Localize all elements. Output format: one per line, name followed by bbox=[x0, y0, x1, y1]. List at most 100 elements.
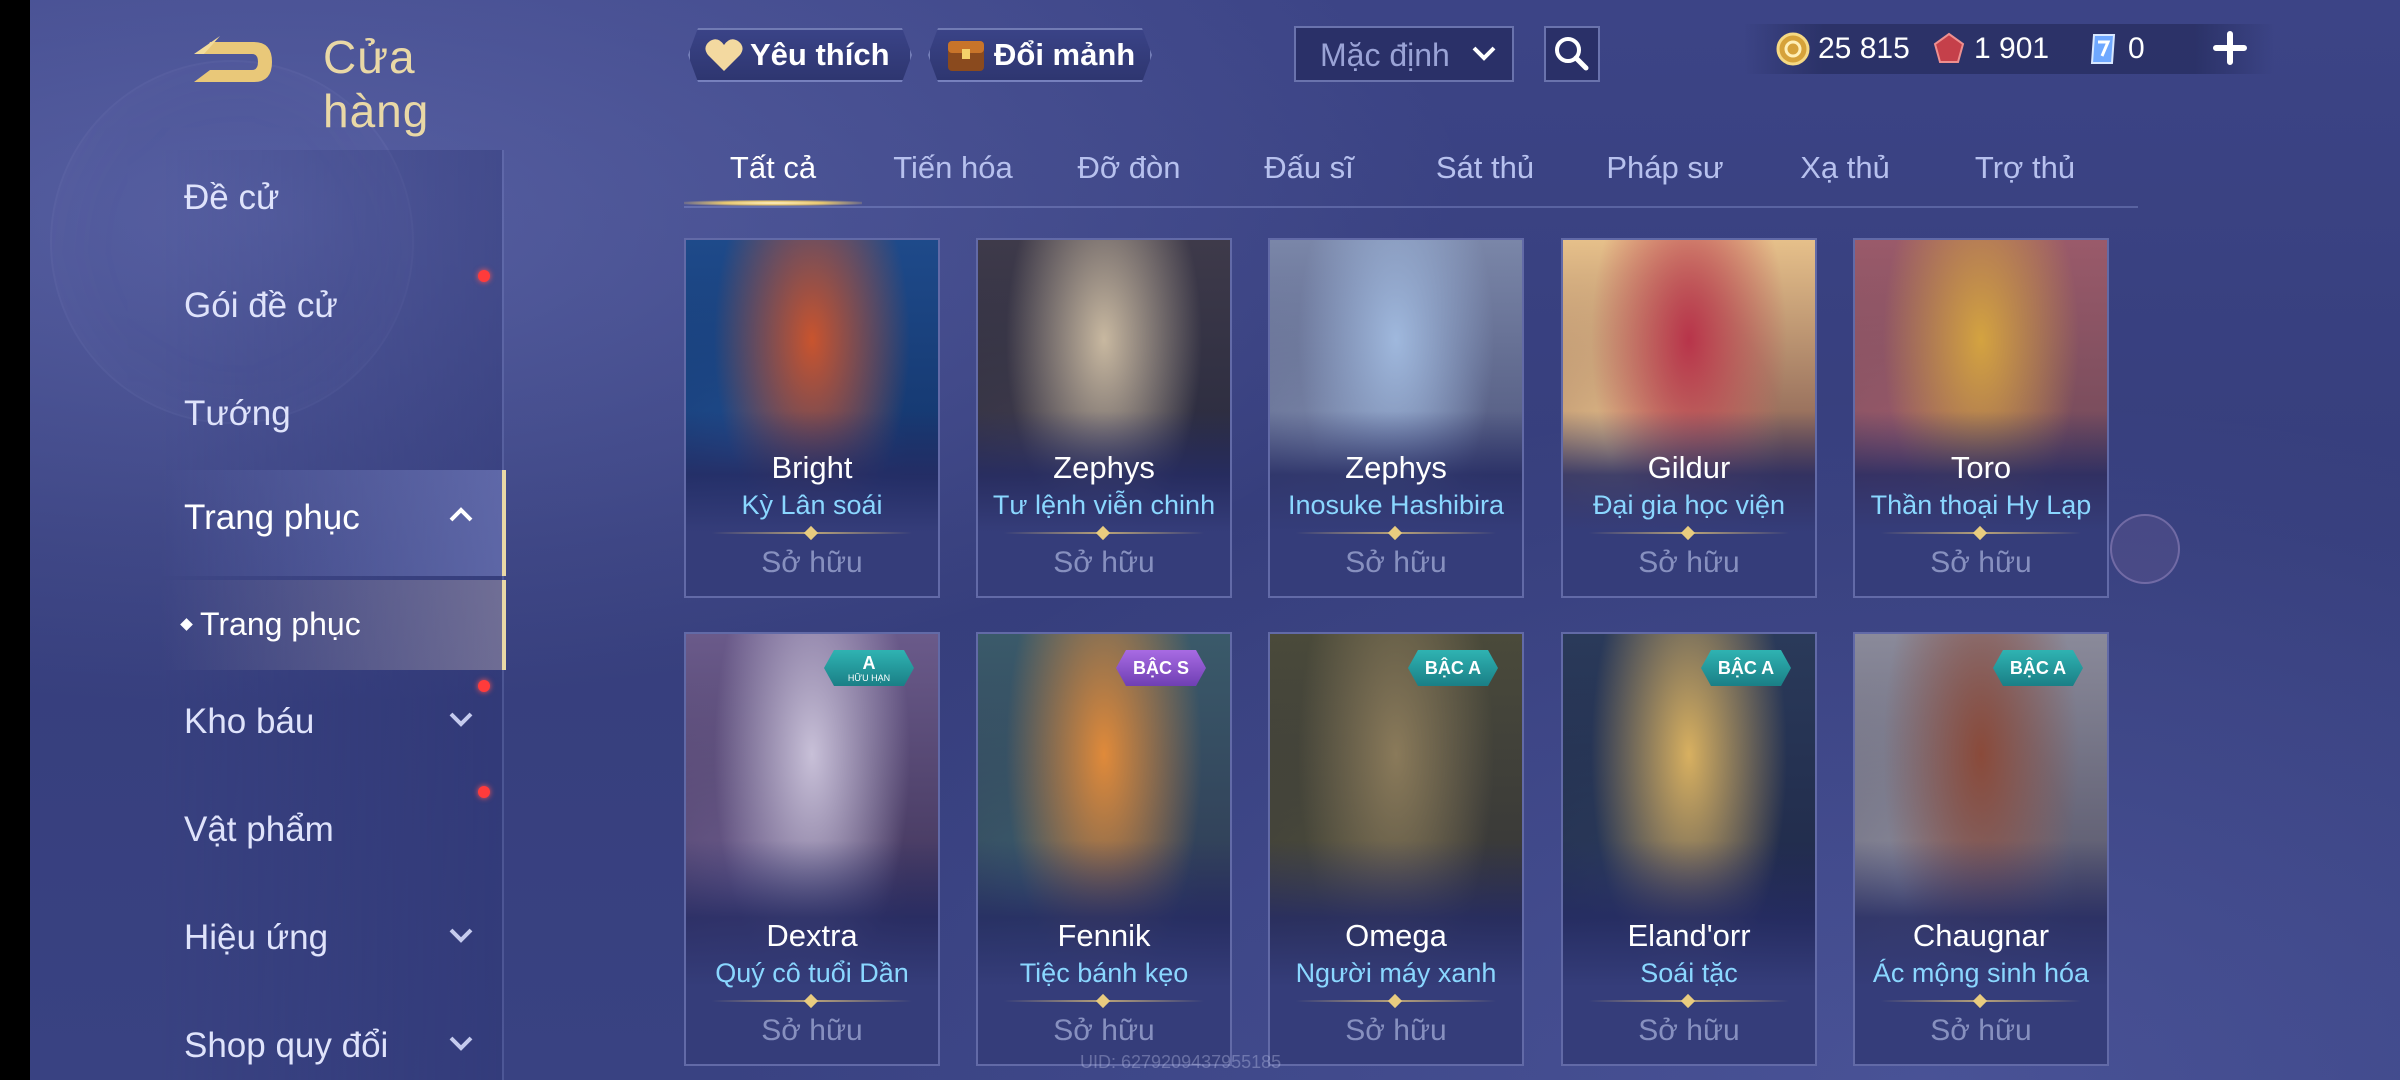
tab-tank[interactable]: Đỡ đòn bbox=[1040, 150, 1218, 206]
card-shade bbox=[1563, 240, 1815, 596]
skin-name: Kỳ Lân soái bbox=[741, 490, 883, 520]
sidebar: Cửa hàng Đề cử Gói đề cử Tướng Trang phụ… bbox=[30, 0, 506, 1080]
ruby-gem-icon bbox=[1933, 32, 1965, 63]
notification-dot bbox=[478, 270, 490, 282]
skin-name: Inosuke Hashibira bbox=[1287, 490, 1505, 520]
sidebar-item-heroes[interactable]: Tướng bbox=[160, 366, 502, 466]
tab-mage[interactable]: Pháp sư bbox=[1576, 150, 1754, 206]
skin-card[interactable]: Chaugnar Ác mộng sinh hóa Sở hữu BẬC A bbox=[1853, 632, 2109, 1066]
chevron-down-icon bbox=[449, 1036, 473, 1051]
tier-badge: BẬC A bbox=[1993, 650, 2083, 686]
tier-badge-label: BẬC A bbox=[1424, 658, 1482, 678]
gold-currency: 25 815 bbox=[1776, 30, 1910, 68]
skin-card[interactable]: Zephys Inosuke Hashibira Sở hữu bbox=[1268, 238, 1524, 598]
plus-icon bbox=[2213, 31, 2247, 65]
notification-dot bbox=[478, 786, 490, 798]
skin-card[interactable]: Eland'orr Soái tặc Sở hữu BẬC A bbox=[1561, 632, 1817, 1066]
sidebar-item-items[interactable]: Vật phẩm bbox=[160, 782, 502, 882]
add-currency-button[interactable] bbox=[2208, 26, 2252, 70]
sidebar-item-label: Shop quy đổi bbox=[184, 1026, 389, 1065]
tab-evolution[interactable]: Tiến hóa bbox=[864, 150, 1042, 206]
sidebar-item-label: Đề cử bbox=[184, 178, 280, 217]
sort-dropdown-value: Mặc định bbox=[1320, 37, 1450, 73]
bullet-icon bbox=[180, 618, 193, 631]
skin-card[interactable]: Gildur Đại gia học viện Sở hữu bbox=[1561, 238, 1817, 598]
skin-card[interactable]: Zephys Tư lệnh viễn chinh Sở hữu bbox=[976, 238, 1232, 598]
skin-card[interactable]: Omega Người máy xanh Sở hữu BẬC A bbox=[1268, 632, 1524, 1066]
card-shade bbox=[978, 240, 1230, 596]
ownership-status: Sở hữu bbox=[1053, 546, 1155, 579]
tab-assassin[interactable]: Sát thủ bbox=[1396, 150, 1574, 206]
skin-card[interactable]: Fennik Tiệc bánh kẹo Sở hữu BẬC S bbox=[976, 632, 1232, 1066]
sidebar-item-label: Tướng bbox=[184, 394, 291, 433]
search-button[interactable] bbox=[1544, 26, 1600, 82]
tab-all[interactable]: Tất cả bbox=[684, 150, 862, 206]
hero-name: Eland'orr bbox=[1627, 918, 1751, 953]
treasure-chest-icon bbox=[944, 35, 988, 75]
sidebar-item-label: Vật phẩm bbox=[184, 810, 334, 849]
sidebar-item-effects[interactable]: Hiệu ứng bbox=[160, 890, 502, 990]
tier-badge: BẬC A bbox=[1701, 650, 1791, 686]
sidebar-item-recommended-bundles[interactable]: Gói đề cử bbox=[160, 258, 502, 358]
currency-bar: 25 815 1 901 0 bbox=[1744, 24, 2274, 74]
favorites-button[interactable]: Yêu thích bbox=[688, 28, 912, 82]
notification-dot bbox=[478, 680, 490, 692]
tier-badge: BẬC S bbox=[1116, 650, 1206, 686]
sidebar-item-label: Kho báu bbox=[184, 702, 315, 741]
tier-badge: A HỮU HẠN bbox=[824, 650, 914, 686]
hero-name: Toro bbox=[1950, 450, 2012, 485]
gold-amount: 25 815 bbox=[1818, 32, 1910, 65]
chevron-up-icon bbox=[449, 507, 473, 522]
sidebar-item-recommended[interactable]: Đề cử bbox=[160, 150, 502, 250]
voucher-currency: 0 bbox=[2086, 30, 2145, 68]
skin-card[interactable]: Dextra Quý cô tuổi Dần Sở hữu A HỮU HẠN bbox=[684, 632, 940, 1066]
ownership-status: Sở hữu bbox=[1638, 546, 1740, 579]
sidebar-subitem-skins[interactable]: Trang phục bbox=[160, 580, 506, 670]
back-button[interactable] bbox=[180, 30, 280, 90]
active-tab-indicator bbox=[684, 200, 862, 206]
ownership-status: Sở hữu bbox=[761, 1014, 863, 1047]
ruby-currency: 1 901 bbox=[1932, 30, 2049, 68]
sidebar-item-treasure[interactable]: Kho báu bbox=[160, 674, 502, 774]
shop-screen: Cửa hàng Đề cử Gói đề cử Tướng Trang phụ… bbox=[30, 0, 2400, 1080]
ownership-status: Sở hữu bbox=[1930, 1014, 2032, 1047]
page-title: Cửa hàng bbox=[323, 31, 430, 137]
tier-badge: BẬC A bbox=[1408, 650, 1498, 686]
hero-name: Fennik bbox=[1057, 918, 1151, 953]
skin-card[interactable]: Toro Thần thoại Hy Lạp Sở hữu bbox=[1853, 238, 2109, 598]
tab-fighter[interactable]: Đấu sĩ bbox=[1220, 150, 1398, 206]
skin-name: Người máy xanh bbox=[1295, 958, 1497, 988]
exchange-fragments-button[interactable]: Đổi mảnh bbox=[928, 28, 1152, 82]
sidebar-item-exchange-shop[interactable]: Shop quy đổi bbox=[160, 998, 502, 1080]
skin-name: Tiệc bánh kẹo bbox=[1019, 958, 1189, 988]
hero-name: Omega bbox=[1345, 918, 1447, 953]
gold-coin-icon bbox=[1776, 32, 1810, 66]
hero-name: Zephys bbox=[1345, 450, 1447, 485]
skin-name: Thần thoại Hy Lạp bbox=[1870, 490, 2092, 520]
sidebar-item-skins[interactable]: Trang phục bbox=[160, 470, 506, 576]
sidebar-item-label: Hiệu ứng bbox=[184, 918, 329, 957]
voucher-amount: 0 bbox=[2128, 32, 2145, 65]
hero-name: Dextra bbox=[766, 918, 858, 953]
sort-dropdown[interactable]: Mặc định bbox=[1294, 26, 1514, 82]
user-id-text: UID: 6279209437955185 bbox=[1080, 1052, 1282, 1072]
skin-card[interactable]: Bright Kỳ Lân soái Sở hữu bbox=[684, 238, 940, 598]
hero-name: Chaugnar bbox=[1912, 918, 2050, 953]
ownership-status: Sở hữu bbox=[1345, 1014, 1447, 1047]
tab-marksman[interactable]: Xạ thủ bbox=[1756, 150, 1934, 206]
card-shade bbox=[1270, 240, 1522, 596]
tier-badge-label: BẬC A bbox=[1717, 658, 1775, 678]
ownership-status: Sở hữu bbox=[1345, 546, 1447, 579]
tab-support[interactable]: Trợ thủ bbox=[1936, 150, 2114, 206]
sidebar-item-label: Trang phục bbox=[184, 498, 360, 537]
ownership-status: Sở hữu bbox=[1930, 546, 2032, 579]
voucher-card-icon bbox=[2090, 34, 2116, 64]
skin-name: Soái tặc bbox=[1640, 958, 1738, 988]
category-tabs: Tất cả Tiến hóa Đỡ đòn Đấu sĩ Sát thủ Ph… bbox=[684, 140, 2138, 208]
sidebar-item-label: Gói đề cử bbox=[184, 286, 338, 325]
skin-name: Đại gia học viện bbox=[1592, 490, 1786, 520]
search-icon bbox=[1555, 37, 1589, 71]
favorites-label: Yêu thích bbox=[750, 37, 890, 72]
skin-name: Tư lệnh viễn chinh bbox=[992, 490, 1216, 520]
card-shade bbox=[686, 240, 938, 596]
